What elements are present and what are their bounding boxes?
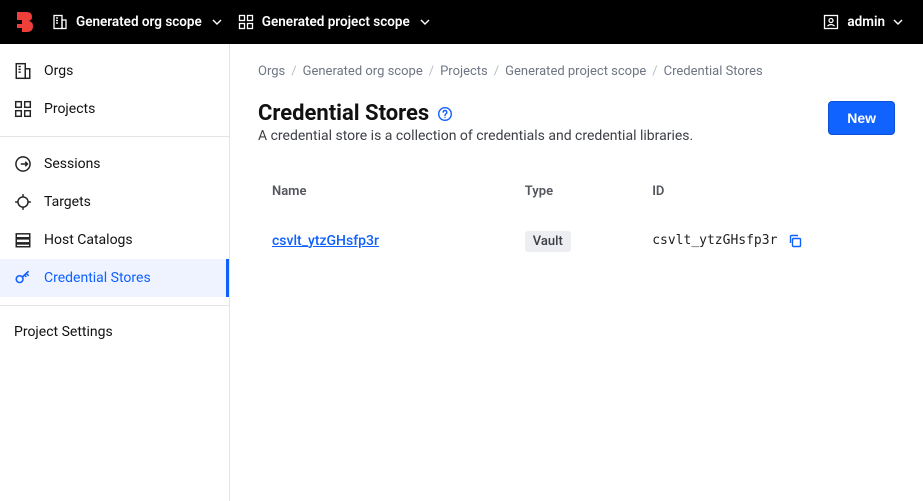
- table-row: csvlt_ytzGHsfp3r Vault csvlt_ytzGHsfp3r: [258, 218, 895, 263]
- crumb-project-scope[interactable]: Generated project scope: [505, 64, 646, 79]
- new-button[interactable]: New: [828, 101, 895, 135]
- chevron-down-icon: [420, 17, 430, 27]
- credential-stores-icon: [14, 269, 32, 287]
- user-menu[interactable]: admin: [823, 14, 903, 30]
- crumb-orgs[interactable]: Orgs: [258, 64, 285, 79]
- sidebar-item-project-settings[interactable]: Project Settings: [0, 314, 229, 350]
- org-icon: [52, 14, 68, 30]
- page-title: Credential Stores: [258, 101, 429, 126]
- table-header-name: Name: [258, 176, 513, 218]
- project-scope-switcher[interactable]: Generated project scope: [238, 14, 430, 30]
- chevron-down-icon: [893, 17, 903, 27]
- crumb-org-scope[interactable]: Generated org scope: [303, 64, 423, 79]
- sidebar-item-label: Orgs: [44, 63, 215, 79]
- chevron-down-icon: [212, 17, 222, 27]
- topbar: Generated org scope Generated project sc…: [0, 0, 923, 44]
- sidebar-item-label: Targets: [44, 194, 215, 210]
- user-icon: [823, 14, 839, 30]
- sidebar-item-label: Project Settings: [14, 324, 215, 340]
- row-id-value: csvlt_ytzGHsfp3r: [652, 233, 777, 248]
- page-subtitle: A credential store is a collection of cr…: [258, 126, 693, 146]
- sidebar-item-label: Projects: [44, 101, 215, 117]
- crumb-separator: /: [494, 64, 499, 79]
- sidebar-item-label: Host Catalogs: [44, 232, 215, 248]
- crumb-separator: /: [429, 64, 434, 79]
- table-header-id: ID: [640, 176, 895, 218]
- project-icon: [238, 14, 254, 30]
- targets-icon: [14, 193, 32, 211]
- sessions-icon: [14, 155, 32, 173]
- sidebar-item-sessions[interactable]: Sessions: [0, 145, 229, 183]
- org-scope-label: Generated org scope: [76, 14, 202, 30]
- sidebar: Orgs Projects Sessions Targets Host Cata…: [0, 44, 230, 501]
- crumb-separator: /: [291, 64, 296, 79]
- sidebar-item-orgs[interactable]: Orgs: [0, 52, 229, 90]
- help-icon[interactable]: [437, 106, 453, 122]
- row-name-link[interactable]: csvlt_ytzGHsfp3r: [272, 233, 379, 249]
- sidebar-item-label: Credential Stores: [44, 270, 215, 286]
- sidebar-item-host-catalogs[interactable]: Host Catalogs: [0, 221, 229, 259]
- logo-icon: [14, 10, 36, 34]
- org-scope-switcher[interactable]: Generated org scope: [52, 14, 222, 30]
- crumb-separator: /: [652, 64, 657, 79]
- credential-stores-table: Name Type ID csvlt_ytzGHsfp3r Vault csvl…: [258, 176, 895, 263]
- project-scope-label: Generated project scope: [262, 14, 410, 30]
- sidebar-item-targets[interactable]: Targets: [0, 183, 229, 221]
- table-header-type: Type: [513, 176, 640, 218]
- row-type-badge: Vault: [525, 231, 571, 252]
- main-content: Orgs / Generated org scope / Projects / …: [230, 44, 923, 501]
- crumb-projects[interactable]: Projects: [440, 64, 488, 79]
- sidebar-item-projects[interactable]: Projects: [0, 90, 229, 128]
- project-icon: [14, 100, 32, 118]
- sidebar-item-credential-stores[interactable]: Credential Stores: [0, 259, 229, 297]
- host-catalogs-icon: [14, 231, 32, 249]
- org-icon: [14, 62, 32, 80]
- crumb-current: Credential Stores: [664, 64, 763, 79]
- user-label: admin: [847, 14, 885, 30]
- sidebar-item-label: Sessions: [44, 156, 215, 172]
- breadcrumb: Orgs / Generated org scope / Projects / …: [258, 64, 895, 79]
- copy-id-button[interactable]: [787, 233, 803, 249]
